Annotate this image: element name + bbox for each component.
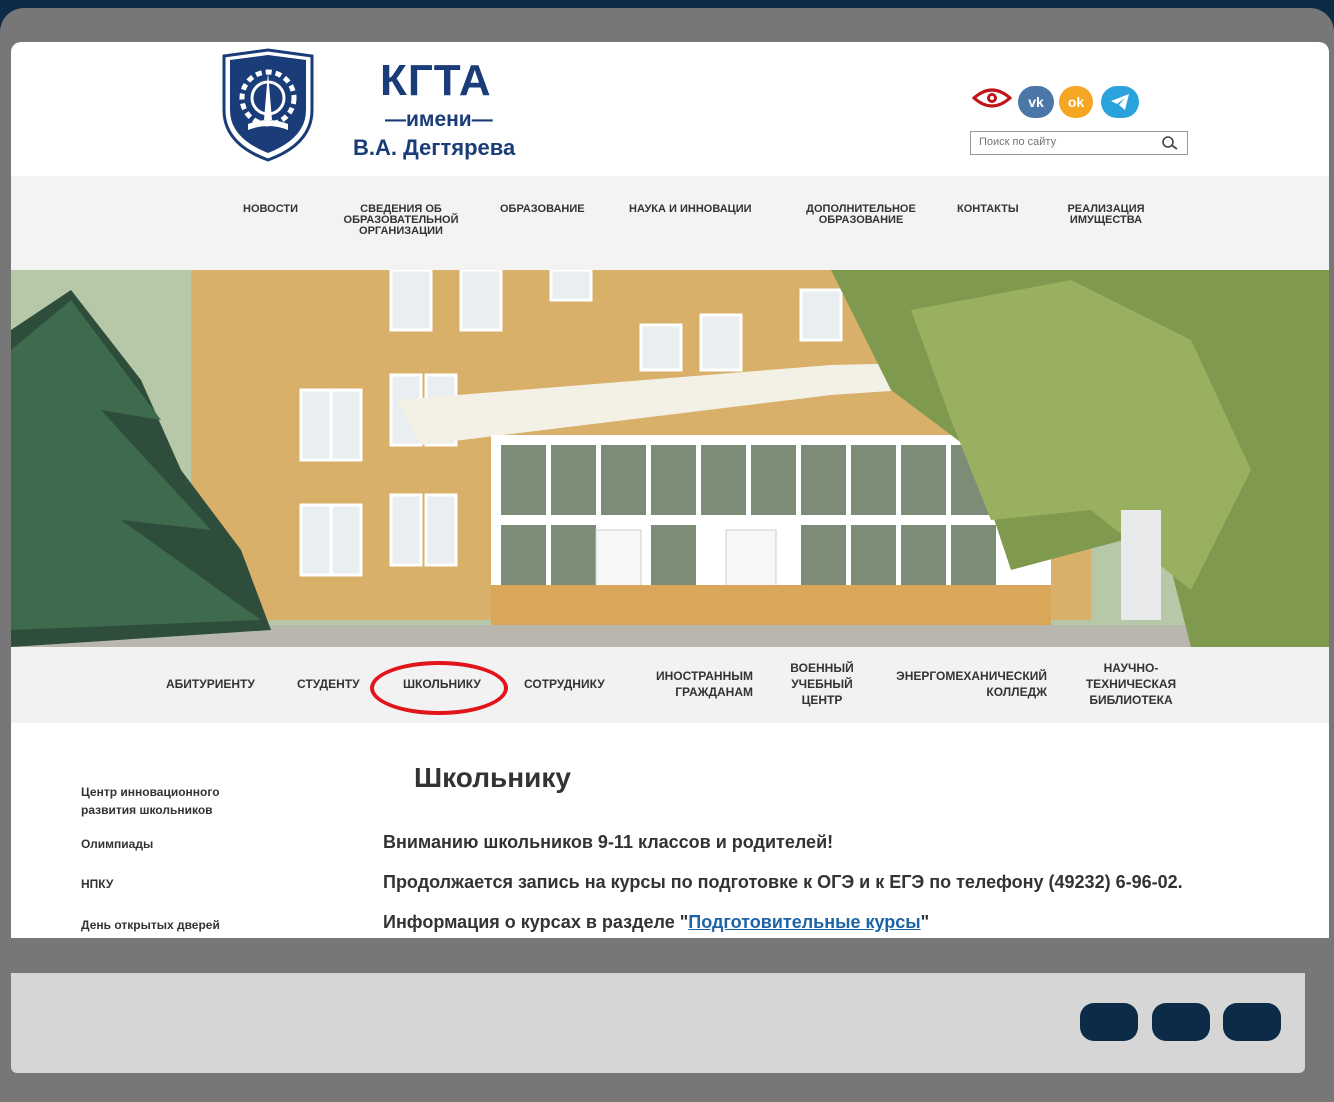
- search-icon[interactable]: [1161, 135, 1179, 151]
- hero-building-image: [11, 270, 1329, 647]
- notice-line-2: Продолжается запись на курсы по подготов…: [383, 872, 1183, 892]
- prep-courses-link[interactable]: Подготовительные курсы: [688, 912, 920, 932]
- nav-student[interactable]: СТУДЕНТУ: [297, 676, 360, 692]
- page-title: Школьнику: [414, 762, 571, 793]
- nav-additional-education[interactable]: ДОПОЛНИТЕЛЬНОЕ ОБРАЗОВАНИЕ: [800, 204, 922, 226]
- nav-education[interactable]: ОБРАЗОВАНИЕ: [500, 204, 585, 215]
- control-button-3[interactable]: [1223, 1003, 1281, 1041]
- notice-line-3-suffix: ": [920, 912, 930, 932]
- nav-organization-info[interactable]: СВЕДЕНИЯ ОБ ОБРАЗОВАТЕЛЬНОЙ ОРГАНИЗАЦИИ: [337, 204, 465, 237]
- highlight-ring: [370, 661, 508, 715]
- browser-screen: КГТА —имени— В.А. Дегтярева vk ok НОВОСТ…: [11, 42, 1329, 938]
- nav-contacts[interactable]: КОНТАКТЫ: [957, 204, 1019, 215]
- sidebar-item-olympiads[interactable]: Олимпиады: [81, 835, 153, 853]
- nav-news[interactable]: НОВОСТИ: [243, 204, 298, 215]
- search-input[interactable]: [971, 133, 1167, 151]
- control-button-2[interactable]: [1152, 1003, 1210, 1041]
- nav-military-center[interactable]: ВОЕННЫЙ УЧЕБНЫЙ ЦЕНТР: [789, 660, 855, 708]
- nav-foreign-citizens[interactable]: ИНОСТРАННЫМ ГРАЖДАНАМ: [649, 668, 753, 700]
- brand-title: КГТА: [380, 56, 492, 105]
- sidebar-item-open-day[interactable]: День открытых дверей: [81, 916, 220, 934]
- building-illustration: [11, 270, 1329, 647]
- sidebar-item-innovation-center[interactable]: Центр инновационного развития школьников: [81, 783, 251, 819]
- notice-line-3: Информация о курсах в разделе "Подготови…: [383, 912, 929, 933]
- low-vision-eye-icon[interactable]: [972, 86, 1012, 110]
- ok-label: ok: [1067, 94, 1085, 110]
- notice-line-1: Вниманию школьников 9-11 классов и родит…: [383, 832, 834, 852]
- nav-science[interactable]: НАУКА И ИННОВАЦИИ: [629, 204, 752, 215]
- telegram-plane-icon: [1111, 94, 1129, 110]
- nav-property[interactable]: РЕАЛИЗАЦИЯ ИМУЩЕСТВА: [1061, 204, 1151, 226]
- brand-name: В.А. Дегтярева: [353, 135, 516, 160]
- nav-college[interactable]: ЭНЕРГОМЕХАНИЧЕСКИЙ КОЛЛЕДЖ: [891, 668, 1047, 700]
- telegram-icon[interactable]: [1101, 86, 1139, 118]
- odnoklassniki-icon[interactable]: ok: [1059, 86, 1093, 118]
- control-button-1[interactable]: [1080, 1003, 1138, 1041]
- search-bar: [970, 131, 1188, 155]
- nav-employee[interactable]: СОТРУДНИКУ: [524, 676, 605, 692]
- sidebar-item-npku[interactable]: НПКУ: [81, 875, 113, 893]
- vk-icon[interactable]: vk: [1018, 86, 1054, 118]
- brand-subtitle: —имени—: [385, 108, 493, 131]
- nav-applicant[interactable]: АБИТУРИЕНТУ: [166, 676, 255, 692]
- notice-line-3-prefix: Информация о курсах в разделе ": [383, 912, 689, 932]
- academy-logo-icon[interactable]: [218, 48, 318, 162]
- top-navigation: НОВОСТИ СВЕДЕНИЯ ОБ ОБРАЗОВАТЕЛЬНОЙ ОРГА…: [11, 176, 1329, 270]
- vk-label: vk: [1028, 94, 1044, 110]
- nav-library[interactable]: НАУЧНО-ТЕХНИЧЕСКАЯ БИБЛИОТЕКА: [1083, 660, 1179, 708]
